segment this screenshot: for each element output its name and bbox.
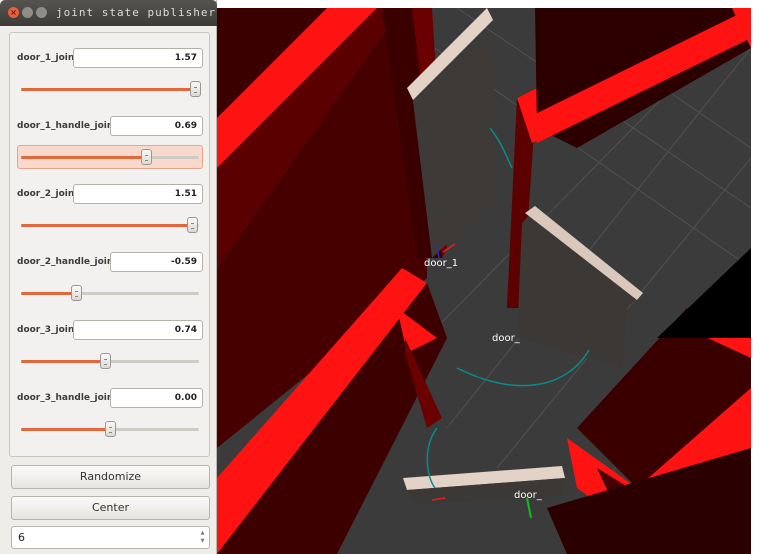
joint-slider[interactable]	[17, 77, 203, 101]
window-title: joint state publisher	[56, 6, 217, 19]
slider-thumb[interactable]	[186, 217, 198, 233]
slider-thumb[interactable]	[140, 149, 152, 165]
spin-down-icon[interactable]: ▼	[198, 537, 207, 545]
title-bar[interactable]: × joint state publisher	[0, 0, 217, 26]
joint-slider[interactable]	[17, 213, 203, 237]
joint-row-door-2: door_2_joint 1.51	[10, 171, 209, 239]
joint-row-door-1-handle: door_1_handle_joint 0.69	[10, 103, 209, 171]
joint-row-door-2-handle: door_2_handle_joint -0.59	[10, 239, 209, 307]
joint-label: door_1_joint	[17, 53, 79, 63]
count-spinbox[interactable]: 6 ▲ ▼	[11, 526, 210, 549]
maximize-icon[interactable]	[36, 7, 47, 18]
joint-label: door_3_joint	[17, 325, 79, 335]
joint-value-field[interactable]: 1.51	[73, 184, 203, 204]
frame-label-door-3: door_	[514, 490, 543, 501]
joint-value-field[interactable]: -0.59	[110, 252, 203, 272]
joint-slider[interactable]	[17, 145, 203, 169]
joint-row-door-3-handle: door_3_handle_joint 0.00	[10, 375, 209, 443]
randomize-button[interactable]: Randomize	[11, 465, 210, 489]
joint-row-door-1: door_1_joint 1.57	[10, 35, 209, 103]
slider-thumb[interactable]	[105, 421, 116, 437]
joint-slider[interactable]	[17, 349, 203, 373]
slider-thumb[interactable]	[71, 285, 83, 301]
frame-label-door-1: door_1	[424, 258, 458, 269]
joint-slider[interactable]	[17, 281, 203, 305]
joint-value-field[interactable]: 0.74	[73, 320, 203, 340]
joint-slider[interactable]	[17, 417, 203, 441]
joint-label: door_1_handle_joint	[17, 121, 118, 131]
slider-thumb[interactable]	[99, 353, 111, 369]
center-button[interactable]: Center	[11, 496, 210, 520]
joint-value-field[interactable]: 0.69	[110, 116, 203, 136]
joint-value-field[interactable]: 1.57	[73, 48, 203, 68]
joint-label: door_2_handle_joint	[17, 257, 118, 267]
minimize-icon[interactable]	[22, 7, 33, 18]
spin-up-icon[interactable]: ▲	[198, 529, 207, 537]
joint-sliders-panel: door_1_joint 1.57 door_1_handle_joint 0.…	[9, 32, 210, 457]
spinbox-value: 6	[18, 531, 25, 544]
close-icon[interactable]: ×	[8, 7, 19, 18]
joint-state-publisher-window: × joint state publisher door_1_joint 1.5…	[0, 0, 217, 554]
joint-label: door_2_joint	[17, 189, 79, 199]
3d-viewport[interactable]: door_1 door_ door_	[217, 8, 751, 554]
joint-row-door-3: door_3_joint 0.74	[10, 307, 209, 375]
frame-label-door-2: door_	[492, 333, 521, 344]
joint-label: door_3_handle_joint	[17, 393, 118, 403]
slider-thumb[interactable]	[190, 81, 202, 97]
joint-value-field[interactable]: 0.00	[110, 388, 203, 408]
